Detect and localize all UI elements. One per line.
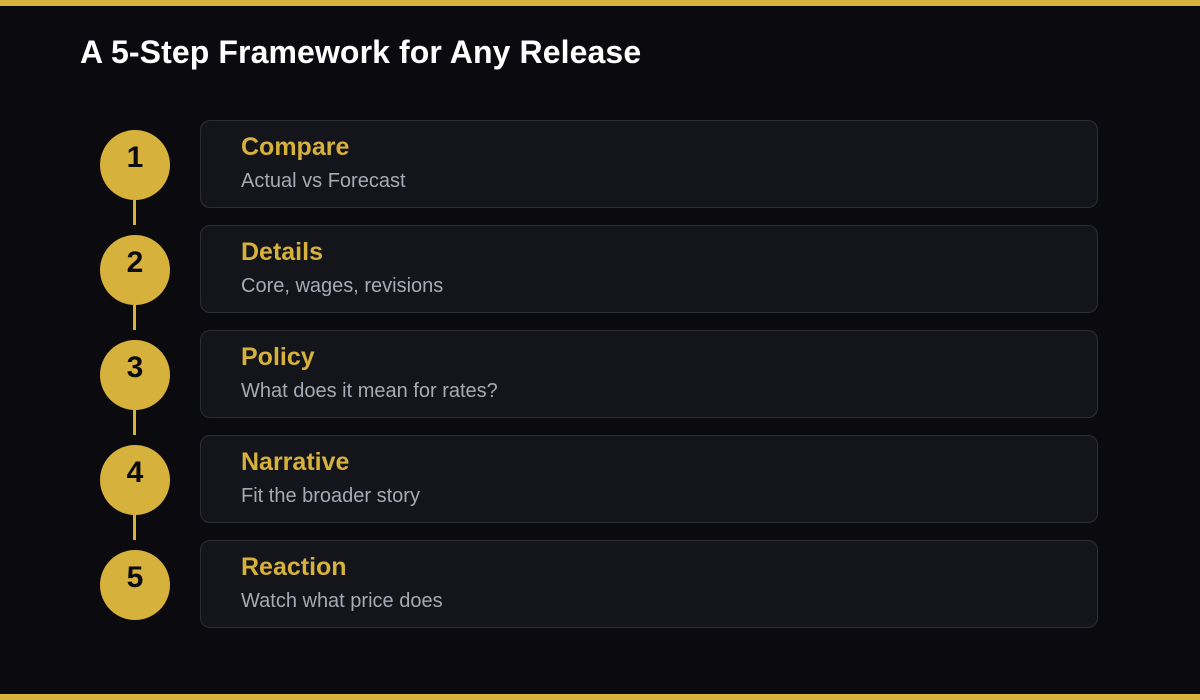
step-description: Watch what price does [241,590,443,612]
step-item-2: 2 Details Core, wages, revisions [0,225,1200,315]
step-number-badge: 5 [100,550,170,620]
step-description: Fit the broader story [241,485,420,507]
step-number: 1 [126,141,144,174]
step-item-1: 1 Compare Actual vs Forecast [0,120,1200,210]
step-item-5: 5 Reaction Watch what price does [0,540,1200,630]
bottom-accent-bar [0,694,1200,700]
step-description: Core, wages, revisions [241,275,444,297]
top-accent-bar [0,0,1200,6]
step-item-3: 3 Policy What does it mean for rates? [0,330,1200,420]
step-list: 1 Compare Actual vs Forecast 2 Details C… [0,120,1200,640]
step-title: Details [241,238,323,266]
step-title: Reaction [241,553,347,581]
step-number-badge: 4 [100,445,170,515]
step-card: Compare Actual vs Forecast [200,120,1098,208]
step-title: Policy [241,343,315,371]
step-card: Narrative Fit the broader story [200,435,1098,523]
step-number: 2 [126,246,144,279]
step-card: Details Core, wages, revisions [200,225,1098,313]
step-card: Reaction Watch what price does [200,540,1098,628]
step-number-badge: 3 [100,340,170,410]
step-description: What does it mean for rates? [241,380,498,402]
step-number-badge: 1 [100,130,170,200]
step-number: 4 [126,456,144,489]
step-number: 3 [126,351,144,384]
step-item-4: 4 Narrative Fit the broader story [0,435,1200,525]
step-number-badge: 2 [100,235,170,305]
page-title: A 5-Step Framework for Any Release [80,34,642,70]
step-card: Policy What does it mean for rates? [200,330,1098,418]
step-description: Actual vs Forecast [241,170,406,192]
step-title: Compare [241,133,350,161]
step-number: 5 [126,561,144,594]
step-title: Narrative [241,448,350,476]
